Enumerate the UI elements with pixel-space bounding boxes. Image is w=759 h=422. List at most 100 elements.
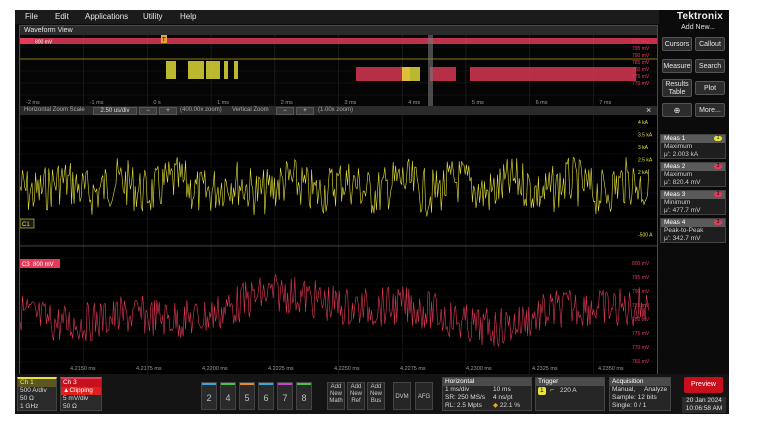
measurement-title: Meas 43 <box>661 219 725 227</box>
hz-zoom-scale-value[interactable]: 2.50 us/div <box>93 107 137 115</box>
menu-file[interactable]: File <box>25 12 38 21</box>
overview-scale-tick: 775 mV <box>632 74 650 80</box>
acquisition-single: Single: 0 / 1 <box>612 402 647 409</box>
measurement-type: Maximum <box>664 143 693 150</box>
ch3-scale-tick: 785 mV <box>632 303 650 309</box>
zoom-plot[interactable]: C1 4 kA 3.5 kA 3 kA 2.5 kA 2 kA -500 A C3 800 mV… <box>19 114 657 374</box>
channel-slot-2[interactable]: 2 <box>201 382 217 410</box>
cursors-button[interactable]: Cursors <box>662 37 692 51</box>
ch1-name: Ch 1 <box>18 379 56 387</box>
ch1-scale-tick: -500 A <box>638 233 653 239</box>
overview-burst <box>206 61 220 79</box>
close-zoom-icon[interactable]: × <box>646 105 651 115</box>
callout-button[interactable]: Callout <box>695 37 725 51</box>
channel-slot-4[interactable]: 4 <box>220 382 236 410</box>
menu-utility[interactable]: Utility <box>143 12 163 21</box>
measurement-title: Meas 33 <box>661 191 725 199</box>
more-button[interactable]: More... <box>695 103 725 117</box>
channel-slot-8[interactable]: 8 <box>296 382 312 410</box>
search-button[interactable]: Search <box>695 59 725 73</box>
measurement-value: μ': 342.7 mV <box>664 235 701 242</box>
channel-slot-6[interactable]: 6 <box>258 382 274 410</box>
overview-burst <box>188 61 204 79</box>
overview-ch3-label: 800 mV <box>35 40 53 46</box>
right-control-panel: Cursors Callout Measure Search Results T… <box>660 32 726 272</box>
menu-edit[interactable]: Edit <box>55 12 69 21</box>
menu-applications[interactable]: Applications <box>85 12 128 21</box>
vt-zoom-factor: (1.00x zoom) <box>318 107 354 113</box>
acquisition-analyze: Analyze <box>644 386 668 393</box>
magnifier-icon: ⊕ <box>673 106 681 115</box>
measurement-source-badge: 1 <box>714 136 722 141</box>
horizontal-position-pct: ◆ 22.1 % <box>493 402 521 409</box>
overview-scale-tick: 780 mV <box>632 67 650 73</box>
measurement-card[interactable]: Meas 2 3 Maximum μ': 820.4 mV <box>660 162 726 187</box>
plot-button[interactable]: Plot <box>695 81 725 95</box>
add-new-bus-button[interactable]: Add New Bus <box>367 382 385 410</box>
overview-plot[interactable]: 800 mV T -2 ms -1 ms 0 s1 ms 2 ms 3 ms 4 ms 5 ms… <box>19 34 657 106</box>
zoom-time-tick: 4.2175 ms <box>136 366 162 372</box>
overview-scale-tick: 800 mV <box>632 39 650 45</box>
overview-burst <box>224 61 228 79</box>
dvm-button[interactable]: DVM <box>393 382 411 410</box>
trigger-settings[interactable]: Trigger 1 ⌐ 220 A <box>535 377 605 411</box>
measurement-value: μ': 477.7 mV <box>664 207 701 214</box>
overview-scale-tick: 795 mV <box>632 46 650 52</box>
ch1-scale-tick: 2 kA <box>638 170 649 176</box>
acquisition-title: Acquisition <box>610 378 670 386</box>
zoom-time-tick: 4.2150 ms <box>70 366 96 372</box>
measurement-card[interactable]: Meas 1 1 Maximum μ': 2.003 kA <box>660 134 726 159</box>
acquisition-settings[interactable]: Acquisition Manual, Analyze Sample: 12 b… <box>609 377 671 411</box>
overview-burst <box>470 67 546 81</box>
zoom-icon-button[interactable]: ⊕ <box>662 103 692 117</box>
ch3-zoom-label: 800 mV <box>33 262 54 268</box>
vt-zoom-minus-button[interactable]: − <box>276 107 294 115</box>
add-new-math-button[interactable]: Add New Math <box>327 382 345 410</box>
horizontal-duration: 10 ms <box>493 386 511 393</box>
ch1-badge[interactable]: Ch 1 500 A/div 50 Ω 1 GHz <box>17 377 57 411</box>
hz-zoom-factor: (400.00x zoom) <box>180 107 222 113</box>
ch3-scale-tick: 775 mV <box>632 331 650 337</box>
zoom-time-tick: 4.2250 ms <box>334 366 360 372</box>
channel-slot-7[interactable]: 7 <box>277 382 293 410</box>
channel-slot-5[interactable]: 5 <box>239 382 255 410</box>
overview-burst <box>234 61 238 79</box>
vt-zoom-label: Vertical Zoom <box>232 107 269 113</box>
ch3-badge[interactable]: Ch 3 ▲Clipping 5 mV/div 50 Ω <box>60 377 102 411</box>
hz-zoom-label: Horizontal Zoom Scale <box>24 107 85 113</box>
oscilloscope-app: File Edit Applications Utility Help Tekt… <box>15 10 729 414</box>
measure-button[interactable]: Measure <box>662 59 692 73</box>
horizontal-scale: 1 ms/div <box>445 386 470 393</box>
afg-button[interactable]: AFG <box>415 382 433 410</box>
trigger-source: 1 <box>538 387 546 395</box>
zoom-time-tick: 4.2325 ms <box>532 366 558 372</box>
waveform-view-title: Waveform View <box>20 26 657 35</box>
add-new-label: Add New... <box>681 24 715 31</box>
overview-burst <box>546 67 636 81</box>
add-new-ref-button[interactable]: Add New Ref <box>347 382 365 410</box>
ch3-name: Ch 3 <box>61 379 101 387</box>
time-label: 10:06:58 AM <box>685 405 723 412</box>
trigger-marker-label: T <box>162 38 166 44</box>
measurement-source-badge: 3 <box>714 220 722 225</box>
measurement-card[interactable]: Meas 4 3 Peak-to-Peak μ': 342.7 mV <box>660 218 726 243</box>
measurement-card[interactable]: Meas 3 3 Minimum μ': 477.7 mV <box>660 190 726 215</box>
rising-edge-icon: ⌐ <box>550 387 554 394</box>
overview-scale-tick: 770 mV <box>632 81 650 87</box>
measurement-source-badge: 3 <box>714 164 722 169</box>
horizontal-settings[interactable]: Horizontal 1 ms/div 10 ms SR: 250 MS/s 4… <box>442 377 532 411</box>
vt-zoom-plus-button[interactable]: + <box>296 107 314 115</box>
zoom-window-marker <box>428 35 433 106</box>
ch3-scale-tick: 765 mV <box>632 359 650 365</box>
ch3-scale: 5 mV/div <box>63 395 89 402</box>
hz-zoom-plus-button[interactable]: + <box>159 107 177 115</box>
preview-button[interactable]: Preview <box>684 377 723 393</box>
hz-zoom-minus-button[interactable]: − <box>139 107 157 115</box>
measurement-value: μ': 820.4 mV <box>664 179 701 186</box>
results-table-button[interactable]: Results Table <box>662 79 692 97</box>
ch3-scale-tick: 770 mV <box>632 345 650 351</box>
ch1-scale-tick: 2.5 kA <box>638 158 653 164</box>
ch1-scale-tick: 3.5 kA <box>638 133 653 139</box>
waveform-view: Waveform View 800 mV T -2 ms -1 ms 0 s1 ms 2 … <box>19 25 658 375</box>
menu-help[interactable]: Help <box>180 12 196 21</box>
